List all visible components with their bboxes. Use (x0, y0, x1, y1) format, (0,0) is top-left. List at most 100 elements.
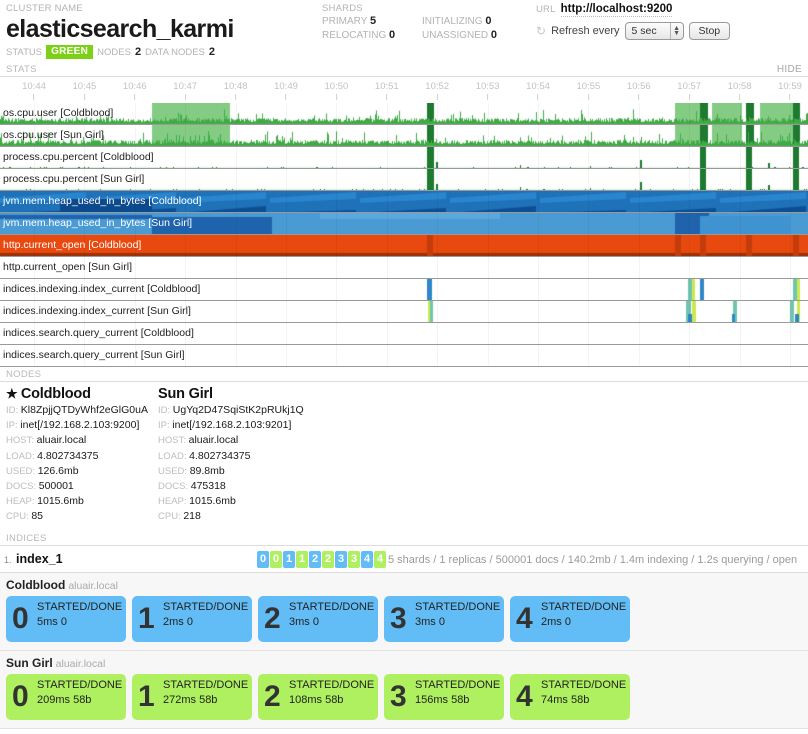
shard-card-detail: 2ms 0 (163, 615, 193, 628)
shard-card[interactable]: 3 STARTED/DONE 156ms 58b (384, 673, 504, 720)
node-field-label: HEAP: (158, 496, 190, 508)
nodes-panel: ★ Coldblood ID: Kl8ZpjjQTDyWhf2eGlG0uA IP:… (0, 382, 808, 531)
node-field-load: LOAD: 4.802734375 (158, 449, 310, 464)
shard-badge[interactable]: 0 (257, 550, 269, 568)
shard-badge-bar: 0011223344 (257, 550, 386, 568)
shard-panels: Coldblood aluair.local 0 STARTED/DONE 5ms 01… (0, 572, 808, 729)
stats-chart-rows: os.cpu.user [Coldblood] os.cpu.user [Sun … (0, 103, 808, 367)
shard-badge[interactable]: 4 (361, 550, 373, 568)
node-field-ip: IP: inet[/192.168.2.103:9201] (158, 418, 310, 433)
shard-card[interactable]: 0 STARTED/DONE 209ms 58b (6, 673, 126, 720)
node-field-cpu: CPU: 85 (6, 509, 158, 524)
node-field-value: UgYq2D47SqiStK2pRUkj1Q (172, 404, 304, 416)
stat-row[interactable]: jvm.mem.heap_used_in_bytes [Coldblood] (0, 191, 808, 213)
node-field-label: ID: (158, 405, 173, 416)
stat-row[interactable]: os.cpu.user [Coldblood] (0, 103, 808, 125)
node-field-label: HOST: (158, 435, 189, 447)
shard-panel-title: Sun Girl aluair.local (6, 656, 802, 670)
index-row[interactable]: 1. index_1 0 0 1 1 2 2 3 3 4 4 5 shards / 1 replicas… (0, 546, 808, 573)
shard-badge[interactable]: 0 (270, 550, 282, 568)
elasticsearch-monitor-page: CLUSTER NAME elasticsearch_karmi STATUS … (0, 0, 808, 734)
shard-card-state: STARTED/DONE (289, 678, 375, 691)
node-field-host: HOST: aluair.local (158, 433, 310, 448)
shard-badge[interactable]: 4 (374, 550, 386, 568)
shard-card-number: 1 (138, 601, 155, 635)
nodes-value: 2 (134, 46, 142, 58)
shard-card[interactable]: 4 STARTED/DONE 74ms 58b (510, 673, 630, 720)
stat-row[interactable]: indices.search.query_current [Sun Girl] (0, 345, 808, 367)
cluster-header: CLUSTER NAME elasticsearch_karmi STATUS … (0, 0, 808, 62)
stat-row[interactable]: http.current_open [Coldblood] (0, 235, 808, 257)
shard-card-detail: 209ms 58b (37, 693, 92, 706)
shard-card[interactable]: 2 STARTED/DONE 108ms 58b (258, 673, 378, 720)
shard-card-detail: 3ms 0 (289, 615, 319, 628)
shard-card-number: 2 (264, 679, 281, 713)
stat-row-label: jvm.mem.heap_used_in_bytes [Sun Girl] (3, 217, 193, 229)
node-field-label: LOAD: (158, 450, 190, 462)
index-name[interactable]: index_1 (16, 552, 63, 566)
nodes-section-header: NODES (0, 367, 808, 382)
stats-hide-link[interactable]: Hide (777, 64, 802, 75)
data-nodes-label: DATA NODES (145, 46, 205, 58)
shard-badge[interactable]: 2 (322, 550, 334, 568)
stat-row[interactable]: process.cpu.percent [Coldblood] (0, 147, 808, 169)
time-tick: 10:51 (375, 81, 399, 100)
node-field-value: inet[/192.168.2.103:9201] (172, 419, 292, 432)
refresh-interval-select[interactable]: 5 sec ▲ ▼ (624, 22, 684, 40)
refresh-row: ↻ Refresh every 5 sec ▲ ▼ Stop (536, 22, 802, 40)
shard-stat-primary: PRIMARY 5 (322, 15, 377, 27)
shard-card[interactable]: 4 STARTED/DONE 2ms 0 (510, 595, 630, 642)
shard-card-number: 3 (390, 679, 407, 713)
shard-card[interactable]: 1 STARTED/DONE 272ms 58b (132, 673, 252, 720)
shard-card[interactable]: 0 STARTED/DONE 5ms 0 (6, 595, 126, 642)
node-card[interactable]: Sun Girl ID: UgYq2D47SqiStK2pRUkj1Q IP: in… (158, 386, 310, 525)
stat-row-label: process.cpu.percent [Sun Girl] (3, 173, 145, 185)
stat-row[interactable]: http.current_open [Sun Girl] (0, 257, 808, 279)
refresh-label: Refresh every (551, 25, 620, 37)
shard-card-number: 4 (516, 679, 533, 713)
stat-row[interactable]: os.cpu.user [Sun Girl] (0, 125, 808, 147)
node-field-value: 85 (31, 510, 44, 523)
stop-button[interactable]: Stop (688, 22, 731, 40)
time-tick: 10:49 (274, 81, 298, 100)
shard-badge[interactable]: 3 (348, 550, 360, 568)
node-field-label: USED: (158, 465, 190, 477)
shard-card[interactable]: 3 STARTED/DONE 3ms 0 (384, 595, 504, 642)
refresh-icon[interactable]: ↻ (536, 25, 546, 37)
shard-card[interactable]: 1 STARTED/DONE 2ms 0 (132, 595, 252, 642)
star-icon: ★ (6, 386, 21, 401)
shard-panel-host: aluair.local (55, 657, 106, 670)
node-field-value: 475318 (190, 480, 226, 493)
stat-row[interactable]: jvm.mem.heap_used_in_bytes [Sun Girl] (0, 213, 808, 235)
status-badge: GREEN (46, 45, 94, 59)
shard-badge[interactable]: 1 (283, 550, 295, 568)
shard-card-number: 4 (516, 601, 533, 635)
stats-section-header: STATS Hide (0, 62, 808, 77)
shard-card[interactable]: 2 STARTED/DONE 3ms 0 (258, 595, 378, 642)
stat-row[interactable]: process.cpu.percent [Sun Girl] (0, 169, 808, 191)
stat-row-label: os.cpu.user [Coldblood] (3, 107, 114, 119)
stat-row[interactable]: indices.indexing.index_current [Sun Girl… (0, 301, 808, 323)
time-tick: 10:50 (325, 81, 348, 100)
stat-row-label: jvm.mem.heap_used_in_bytes [Coldblood] (3, 195, 202, 207)
shard-badge[interactable]: 2 (309, 550, 321, 568)
stat-row-label: indices.indexing.index_current [Sun Girl… (3, 305, 191, 317)
node-name-text: Coldblood (20, 386, 91, 402)
stat-row[interactable]: indices.search.query_current [Coldblood] (0, 323, 808, 345)
node-field-value: 1015.6mb (189, 495, 236, 508)
shard-card-detail: 3ms 0 (415, 615, 445, 628)
time-tick: 10:44 (22, 81, 46, 100)
shard-badge[interactable]: 1 (296, 550, 308, 568)
node-name: ★ Coldblood (6, 386, 158, 402)
stat-row[interactable]: indices.indexing.index_current [Coldbloo… (0, 279, 808, 301)
shard-card-state: STARTED/DONE (289, 600, 375, 613)
node-card[interactable]: ★ Coldblood ID: Kl8ZpjjQTDyWhf2eGlG0uA IP:… (6, 386, 158, 525)
node-field-label: DOCS: (6, 481, 39, 493)
index-number: 1. (4, 554, 12, 565)
url-value[interactable]: http://localhost:9200 (560, 3, 673, 17)
node-field-ip: IP: inet[/192.168.2.103:9200] (6, 418, 158, 433)
shard-badge[interactable]: 3 (335, 550, 347, 568)
shard-panel-host: aluair.local (68, 579, 118, 592)
refresh-interval-value: 5 sec (631, 25, 657, 37)
shard-card-number: 1 (138, 679, 155, 713)
